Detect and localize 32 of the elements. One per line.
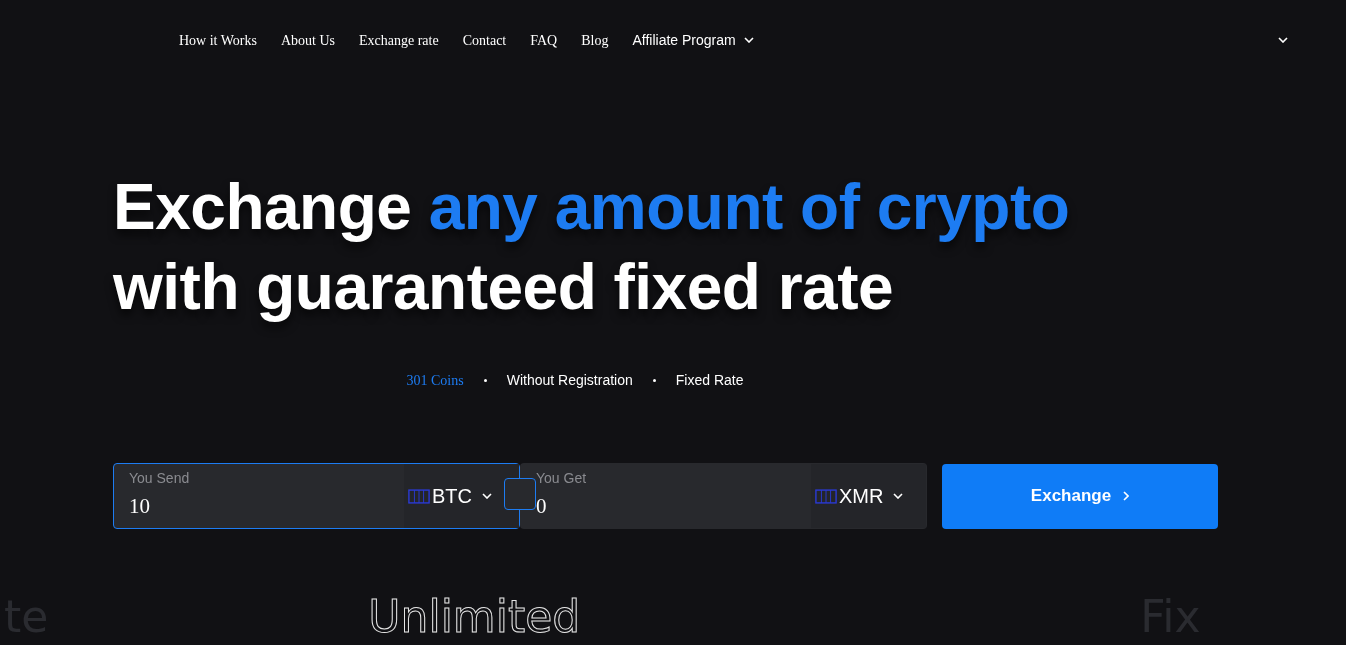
nav-dropdown[interactable]: Affiliate Program — [632, 29, 754, 51]
currency-selector[interactable]: XMR — [811, 464, 926, 528]
feature-label: 301 Coins — [406, 372, 464, 390]
nav-link[interactable]: FAQ — [530, 29, 558, 51]
chevron-down-icon — [743, 37, 754, 43]
coin-icon — [408, 488, 430, 504]
currency-field[interactable]: You Send 10 BTC — [113, 463, 520, 529]
feature-label: Without Registration — [506, 371, 633, 390]
nav-link[interactable]: About Us — [280, 29, 335, 51]
field-label: You Send — [129, 469, 191, 488]
chevron-down-icon — [893, 493, 904, 499]
exchange-button[interactable]: Exchange — [942, 463, 1218, 529]
nav-link[interactable]: Exchange rate — [359, 29, 439, 51]
nav-link[interactable]: Contact — [462, 29, 507, 51]
feature-label: Fixed Rate — [675, 371, 744, 390]
amount-value: 10 — [129, 493, 151, 520]
hero-title: Exchange any amount of crypto with guaranteed fixed rate — [113, 170, 1071, 325]
bullet-icon — [483, 379, 487, 382]
nav-link[interactable]: How it Works — [179, 29, 257, 51]
nav-link[interactable]: Blog — [581, 29, 609, 51]
coin-icon — [815, 488, 837, 504]
chevron-down-icon — [482, 493, 492, 499]
currency-selector[interactable]: BTC — [404, 464, 519, 528]
currency-field[interactable]: You Get 0 XMR — [520, 463, 927, 529]
bullet-icon — [652, 379, 656, 382]
swap-button[interactable] — [504, 478, 536, 510]
marquee-text: Unlimited — [368, 591, 581, 643]
chevron-right-icon — [1123, 491, 1130, 501]
amount-value: 0 — [536, 493, 548, 520]
chevron-down-icon — [1278, 37, 1288, 43]
menu-toggle[interactable] — [1278, 37, 1288, 43]
field-label: You Get — [536, 469, 588, 488]
